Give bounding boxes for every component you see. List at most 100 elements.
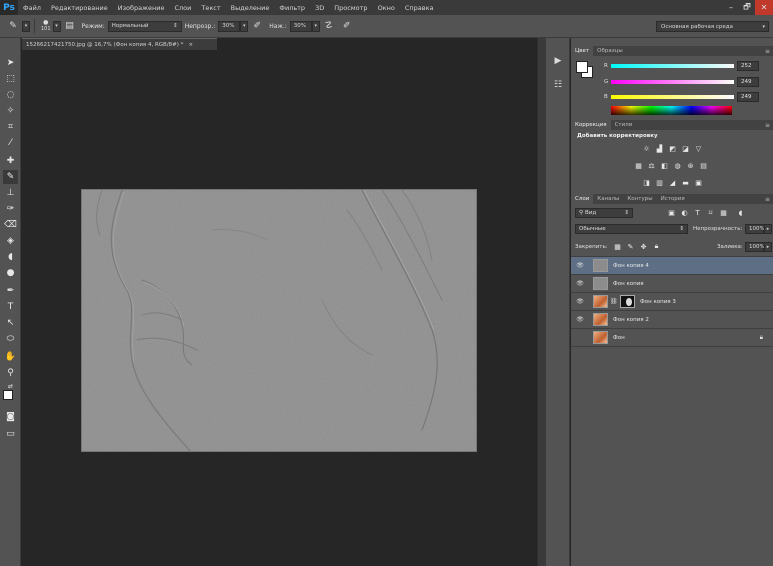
close-button[interactable]: ✕ xyxy=(755,0,773,15)
g-value[interactable]: 249 xyxy=(737,77,759,87)
g-slider[interactable] xyxy=(611,80,734,84)
healing-brush-tool-icon[interactable]: ✚ xyxy=(3,154,18,168)
photo-filter-icon[interactable]: ◍ xyxy=(673,161,682,170)
gradient-map-icon[interactable]: ▬ xyxy=(681,178,690,187)
menu-edit[interactable]: Редактирование xyxy=(46,4,113,12)
vibrance-icon[interactable]: ▽ xyxy=(694,144,703,153)
layer-filter-select[interactable]: ⚲ Вид ⇕ xyxy=(575,208,633,218)
foreground-color-swatch[interactable] xyxy=(3,390,13,400)
eye-icon[interactable]: 👁︎ xyxy=(574,262,586,269)
layer-row[interactable]: ▫ Фон 🔒︎ xyxy=(571,329,773,347)
marquee-tool-icon[interactable]: ⬚ xyxy=(3,72,18,86)
move-tool-icon[interactable]: ➤ xyxy=(3,56,18,70)
foreground-color-swatch[interactable] xyxy=(576,61,588,73)
color-lookup-icon[interactable]: ▤ xyxy=(699,161,708,170)
quick-mask-icon[interactable]: ◙ xyxy=(3,410,18,424)
smart-object-filter-icon[interactable]: ▦ xyxy=(719,208,728,217)
panel-menu-icon[interactable]: ≡ xyxy=(765,48,770,55)
menu-select[interactable]: Выделение xyxy=(226,4,275,12)
link-icon[interactable]: ⛓ xyxy=(610,298,618,305)
zoom-tool-icon[interactable]: ⚲ xyxy=(3,366,18,380)
tab-color[interactable]: Цвет xyxy=(571,46,594,56)
tab-layers[interactable]: Слои xyxy=(571,194,594,204)
chevron-right-icon[interactable]: ▸ xyxy=(764,224,772,234)
tab-adjustments[interactable]: Коррекция xyxy=(571,120,611,130)
paint-bucket-tool-icon[interactable]: ◈ xyxy=(3,234,18,248)
threshold-icon[interactable]: ◢ xyxy=(668,178,677,187)
shape-filter-icon[interactable]: ⌑ xyxy=(706,208,715,217)
fill-field[interactable]: 100% xyxy=(745,242,765,252)
invert-icon[interactable]: ◨ xyxy=(642,178,651,187)
curves-icon[interactable]: ◩ xyxy=(668,144,677,153)
layer-row[interactable]: 👁︎ Фон копия 4 xyxy=(571,257,773,275)
chevron-down-icon[interactable]: ▾ xyxy=(240,20,249,32)
properties-icon[interactable]: ☷ xyxy=(551,78,565,92)
airbrush-icon[interactable]: ☡ xyxy=(323,20,335,32)
channel-mixer-icon[interactable]: ⊛ xyxy=(686,161,695,170)
menu-3d[interactable]: 3D xyxy=(310,4,329,12)
r-value[interactable]: 252 xyxy=(737,61,759,71)
eyedropper-tool-icon[interactable]: ⁄ xyxy=(3,136,18,150)
layer-row[interactable]: 👁︎ Фон копия xyxy=(571,275,773,293)
workspace-select[interactable]: Основная рабочая среда ▾ xyxy=(656,21,769,32)
minimize-button[interactable]: – xyxy=(723,0,739,15)
filter-toggle-icon[interactable]: ◖ xyxy=(736,208,745,217)
pressure-size-icon[interactable]: ✐ xyxy=(341,20,353,32)
layer-row[interactable]: 👁︎ ⛓ Фон копия 3 xyxy=(571,293,773,311)
menu-help[interactable]: Справка xyxy=(400,4,439,12)
brightness-icon[interactable]: ☼ xyxy=(642,144,651,153)
color-spectrum-bar[interactable] xyxy=(611,106,732,115)
clone-stamp-tool-icon[interactable]: ⊥ xyxy=(3,186,18,200)
flow-field[interactable]: 30% xyxy=(289,20,312,32)
pixel-filter-icon[interactable]: ▣ xyxy=(667,208,676,217)
hue-saturation-icon[interactable]: ▦ xyxy=(634,161,643,170)
tab-styles[interactable]: Стили xyxy=(611,120,637,130)
screen-mode-icon[interactable]: ▭ xyxy=(3,427,18,441)
close-tab-icon[interactable]: × xyxy=(188,42,193,48)
hand-tool-icon[interactable]: ✋ xyxy=(3,350,18,364)
lasso-tool-icon[interactable]: ◌ xyxy=(3,88,18,102)
menu-layers[interactable]: Слои xyxy=(169,4,196,12)
brush-panel-toggle-icon[interactable]: ▤ xyxy=(64,20,76,32)
quick-select-tool-icon[interactable]: ✧ xyxy=(3,104,18,118)
panel-menu-icon[interactable]: ≡ xyxy=(765,196,770,203)
exposure-icon[interactable]: ◪ xyxy=(681,144,690,153)
menu-type[interactable]: Текст xyxy=(196,4,225,12)
adjustment-filter-icon[interactable]: ◐ xyxy=(680,208,689,217)
dodge-tool-icon[interactable]: ● xyxy=(3,266,18,280)
lock-position-icon[interactable]: ✥ xyxy=(639,242,648,251)
tab-history[interactable]: История xyxy=(657,194,689,204)
eye-icon[interactable]: 👁︎ xyxy=(574,316,586,323)
document-tab[interactable]: 15266217421750.jpg @ 16,7% (Фон копия 4,… xyxy=(22,38,217,50)
tab-swatches[interactable]: Образцы xyxy=(593,46,627,56)
eye-icon[interactable]: 👁︎ xyxy=(574,298,586,305)
blend-mode-select[interactable]: Обычные ⇕ xyxy=(575,224,688,234)
menu-image[interactable]: Изображение xyxy=(113,4,170,12)
layer-row[interactable]: 👁︎ Фон копия 2 xyxy=(571,311,773,329)
opacity-field[interactable]: 100% xyxy=(745,224,765,234)
b-value[interactable]: 249 xyxy=(737,92,759,102)
chevron-down-icon[interactable]: ▾ xyxy=(52,20,61,32)
lock-transparency-icon[interactable]: ▦ xyxy=(613,242,622,251)
brush-tool-preset-icon[interactable]: ✎ xyxy=(7,20,19,32)
history-brush-tool-icon[interactable]: ✑ xyxy=(3,202,18,216)
chevron-down-icon[interactable]: ▾ xyxy=(22,20,30,32)
lock-pixels-icon[interactable]: ✎ xyxy=(626,242,635,251)
vertical-scrollbar[interactable] xyxy=(537,38,546,566)
b-slider[interactable] xyxy=(611,95,734,99)
menu-filter[interactable]: Фильтр xyxy=(274,4,310,12)
opacity-field[interactable]: 30% xyxy=(218,20,241,32)
panel-menu-icon[interactable]: ≡ xyxy=(765,122,770,129)
eraser-tool-icon[interactable]: ⌫ xyxy=(3,218,18,232)
maximize-button[interactable]: 🗗 xyxy=(739,0,755,15)
tab-paths[interactable]: Контуры xyxy=(623,194,656,204)
pen-tool-icon[interactable]: ✒ xyxy=(3,284,18,298)
eye-hidden-icon[interactable]: ▫ xyxy=(574,334,586,341)
blur-tool-icon[interactable]: ◖ xyxy=(3,250,18,264)
tab-channels[interactable]: Каналы xyxy=(593,194,623,204)
ellipse-tool-icon[interactable]: ⬭ xyxy=(3,332,18,346)
layer-mask-thumbnail[interactable] xyxy=(620,295,635,308)
posterize-icon[interactable]: ▥ xyxy=(655,178,664,187)
menu-view[interactable]: Просмотр xyxy=(329,4,372,12)
menu-file[interactable]: Файл xyxy=(18,4,46,12)
